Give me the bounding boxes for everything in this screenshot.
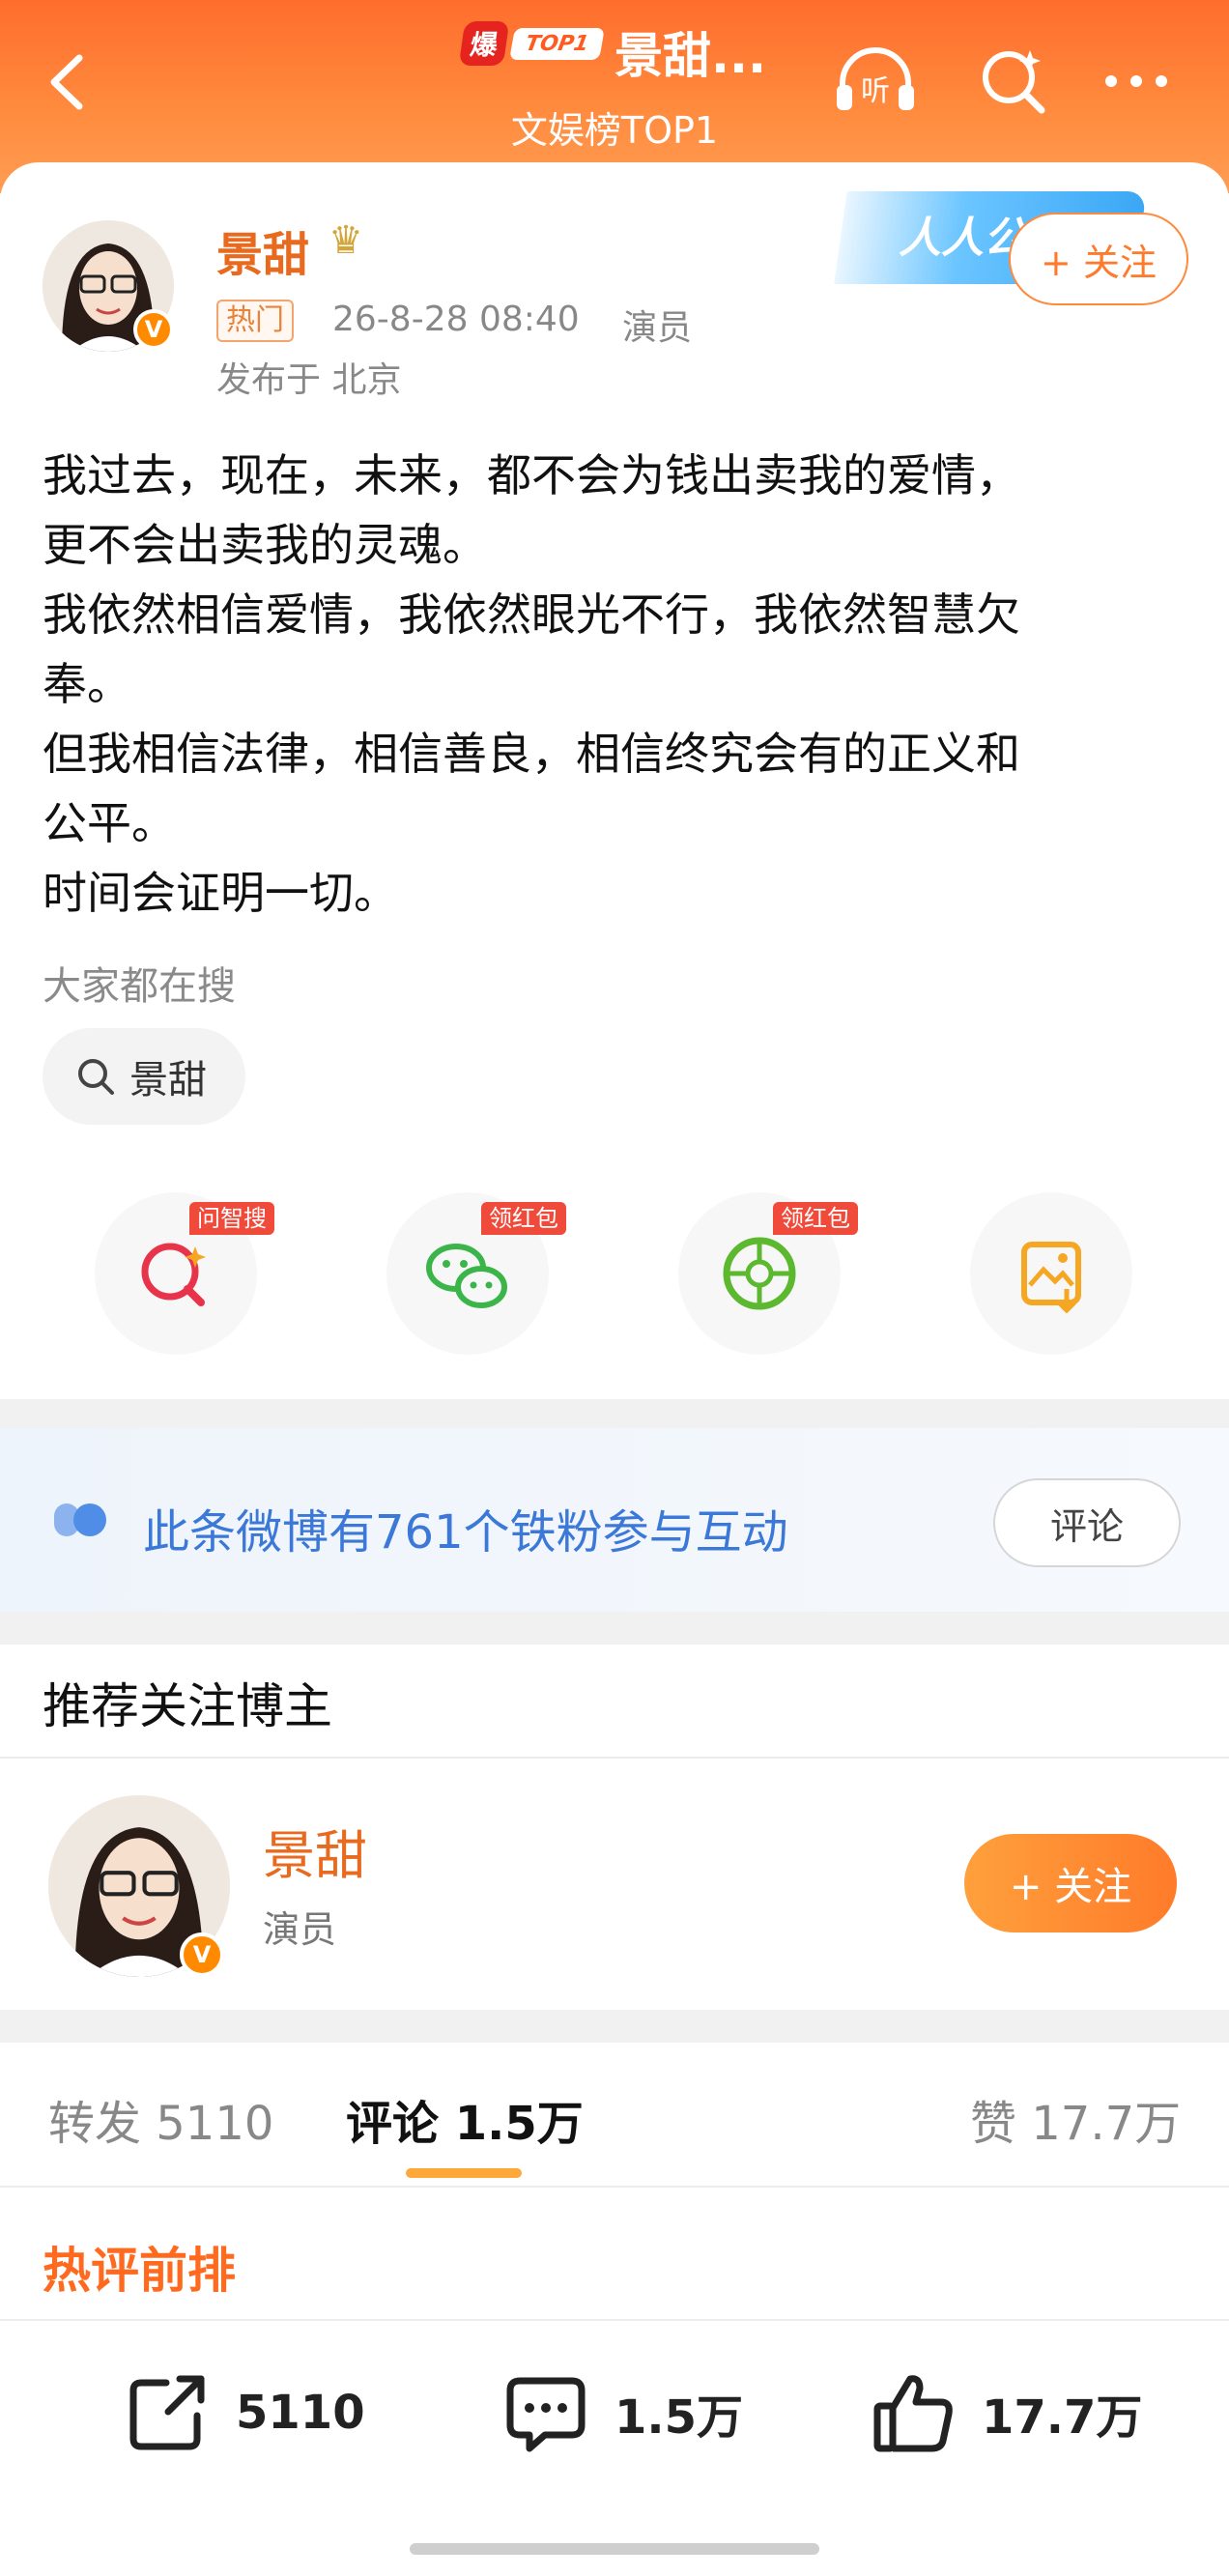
divider-line: [0, 2319, 1229, 2321]
comment-icon: [506, 2377, 586, 2452]
like-action[interactable]: 17.7万: [870, 2369, 1142, 2456]
repost-count: 5110: [236, 2386, 365, 2440]
save-image-icon: [1021, 1242, 1081, 1314]
top1-badge: TOP1: [509, 27, 606, 60]
comment-count: 1.5万: [614, 2390, 744, 2445]
moments-red-packet-tag: 领红包: [773, 1202, 858, 1235]
recommend-follow-button[interactable]: + 关注: [964, 1834, 1177, 1932]
author-role: 演员: [622, 308, 693, 348]
post-line: 但我相信法律，相信善良，相信终究会有的正义和: [43, 728, 1020, 780]
section-divider: [0, 1399, 1229, 1428]
tab-like[interactable]: 赞 17.7万: [970, 2085, 1181, 2153]
hot-rank-badge: 爆 TOP1: [458, 21, 606, 66]
thumbs-up-icon: [873, 2375, 953, 2452]
fans-comment-button[interactable]: 评论: [993, 1478, 1181, 1567]
like-count: 17.7万: [982, 2390, 1143, 2445]
listen-button[interactable]: 听: [829, 37, 916, 124]
post-card: V 景甜 ♛ 热门 26-8-28 08:40 演员 发布于 北京 人人公益 +…: [0, 162, 1229, 1399]
tab-comment[interactable]: 评论 1.5万: [346, 2085, 584, 2153]
post-line: 时间会证明一切。: [43, 867, 398, 919]
verified-badge: V: [180, 1932, 224, 1977]
save-image-button[interactable]: [970, 1192, 1132, 1355]
more-icon: [1105, 75, 1167, 87]
post-body: 我过去，现在，未来，都不会为钱出卖我的爱情， 更不会出卖我的灵魂。 我依然相信爱…: [43, 441, 1202, 928]
post-line: 奉。: [43, 658, 131, 710]
listen-label: 听: [861, 74, 890, 108]
post-line: 公平。: [43, 797, 176, 849]
search-hint-label: 大家都在搜: [43, 964, 236, 1009]
verified-badge: V: [133, 309, 174, 350]
member-crown-icon: ♛: [329, 218, 363, 263]
home-indicator[interactable]: [410, 2543, 819, 2555]
bao-badge: 爆: [458, 21, 510, 66]
recommend-name[interactable]: 景甜: [263, 1813, 367, 1889]
search-icon: [78, 1059, 114, 1095]
hot-tag: 热门: [216, 300, 294, 342]
section-divider: [0, 2010, 1229, 2043]
search-button[interactable]: [970, 37, 1057, 124]
tab-repost[interactable]: 转发 5110: [48, 2085, 273, 2153]
recommend-role: 演员: [263, 1908, 337, 1951]
ask-search-tag: 问智搜: [189, 1202, 274, 1235]
hot-comments-title: 热评前排: [43, 2243, 236, 2299]
repost-action[interactable]: 5110: [124, 2369, 365, 2456]
section-divider: [0, 1612, 1229, 1645]
post-time: 26-8-28 08:40: [332, 300, 580, 339]
search-chip-label: 景甜: [129, 1058, 207, 1102]
more-button[interactable]: [1096, 37, 1183, 124]
follow-button[interactable]: + 关注: [1009, 213, 1188, 305]
iron-fans-text: 此条微博有761个铁粉参与互动: [143, 1505, 788, 1560]
wechat-red-packet-tag: 领红包: [481, 1202, 566, 1235]
post-line: 更不会出卖我的灵魂。: [43, 519, 487, 571]
page-title: 景甜...: [614, 28, 766, 84]
search-icon: [983, 50, 1045, 114]
divider-line: [0, 1757, 1229, 1759]
divider-line: [0, 2186, 1229, 2188]
repost-icon: [129, 2375, 205, 2450]
post-line: 我过去，现在，未来，都不会为钱出卖我的爱情，: [43, 449, 1020, 501]
search-chip[interactable]: 景甜: [43, 1028, 245, 1125]
comment-action[interactable]: 1.5万: [502, 2369, 743, 2456]
author-name[interactable]: 景甜: [216, 216, 309, 284]
post-line: 我依然相信爱情，我依然眼光不行，我依然智慧欠: [43, 588, 1020, 641]
fans-icon: [54, 1503, 106, 1536]
active-tab-indicator: [406, 2168, 522, 2178]
post-location: 发布于 北京: [216, 360, 402, 400]
recommend-title: 推荐关注博主: [43, 1678, 332, 1734]
listen-icon: 听: [837, 47, 914, 110]
